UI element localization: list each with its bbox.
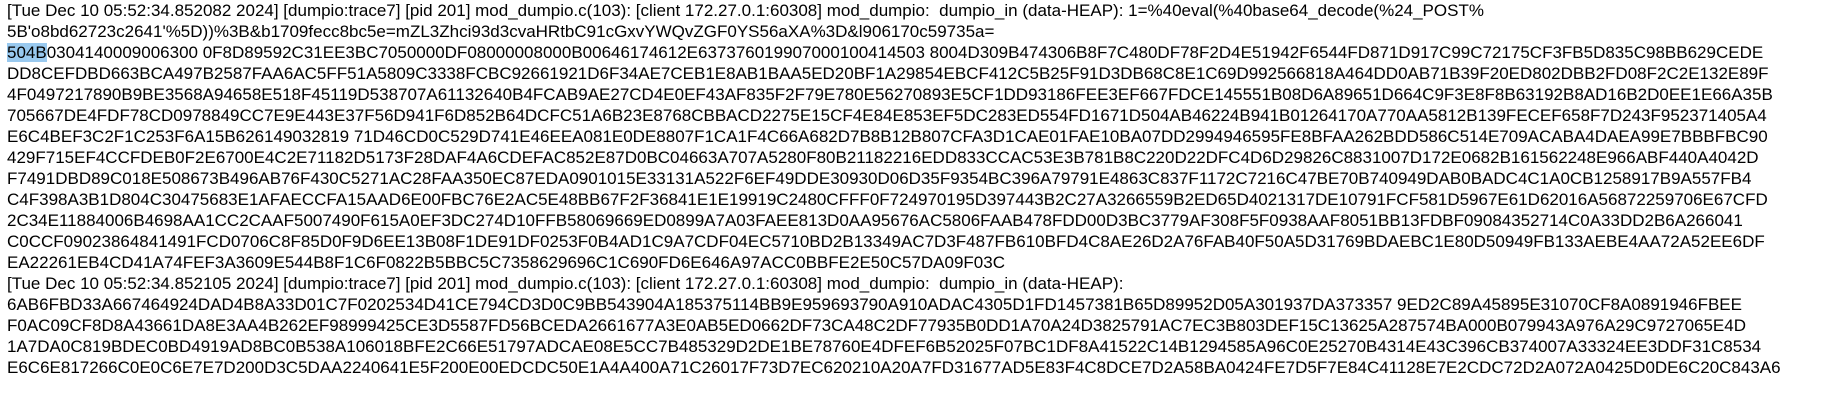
hex-line: 2C34E11884006B4698AA1CC2CAAF5007490F615A… [7,211,1743,230]
hex-line: F0AC09CF8D8A43661DA8E3AA4B262EF98999425C… [7,316,1746,335]
hex-line: C0CCF09023864841491FCD0706C8F85D0F9D6EE1… [7,232,1765,251]
hex-line: EA22261EB4CD41A74FEF3A3609E544B8F1C6F082… [7,253,1005,272]
log-viewer[interactable]: [Tue Dec 10 05:52:34.852082 2024] [dumpi… [0,0,1825,417]
hex-line: E6C4BEF3C2F1C253F6A15B626149032819 71D46… [7,127,1768,146]
hex-line: DD8CEFDBD663BCA497B2587FAA6AC5FF51A5809C… [7,64,1769,83]
log-header-2: [Tue Dec 10 05:52:34.852105 2024] [dumpi… [7,274,1124,293]
hex-line: 429F715EF4CCFDEB0F2E6700E4C2E71182D5173F… [7,148,1759,167]
hex-line: 1A7DA0C819BDEC0BD4919AD8BC0B538A106018BF… [7,337,1762,356]
hex-line-first-rest: 0304140009006300 0F8D89592C31EE3BC705000… [46,43,1764,62]
selected-text[interactable]: 504B [7,43,47,62]
log-continuation: 5B'o8bd62723c2641'%5D))%3B&b1709fecc8bc5… [7,22,995,41]
hex-line-first: 504B0304140009006300 0F8D89592C31EE3BC70… [7,42,1825,63]
hex-line: 6AB6FBD33A667464924DAD4B8A33D01C7F020253… [7,295,1742,314]
hex-line: F7491DBD89C018E508673B496AB76F430C5271AC… [7,169,1752,188]
hex-line: C4F398A3B1D804C30475683E1AFAECCFA15AAD6E… [7,190,1768,209]
hex-line: E6C6E817266C0E0C6E7E7D200D3C5DAA2240641E… [7,358,1781,377]
log-header-1: [Tue Dec 10 05:52:34.852082 2024] [dumpi… [7,1,1484,20]
hex-line: 705667DE4FDF78CD0978849CC7E9E443E37F56D9… [7,106,1767,125]
hex-line: 4F0497217890B9BE3568A94658E518F45119D538… [7,85,1773,104]
